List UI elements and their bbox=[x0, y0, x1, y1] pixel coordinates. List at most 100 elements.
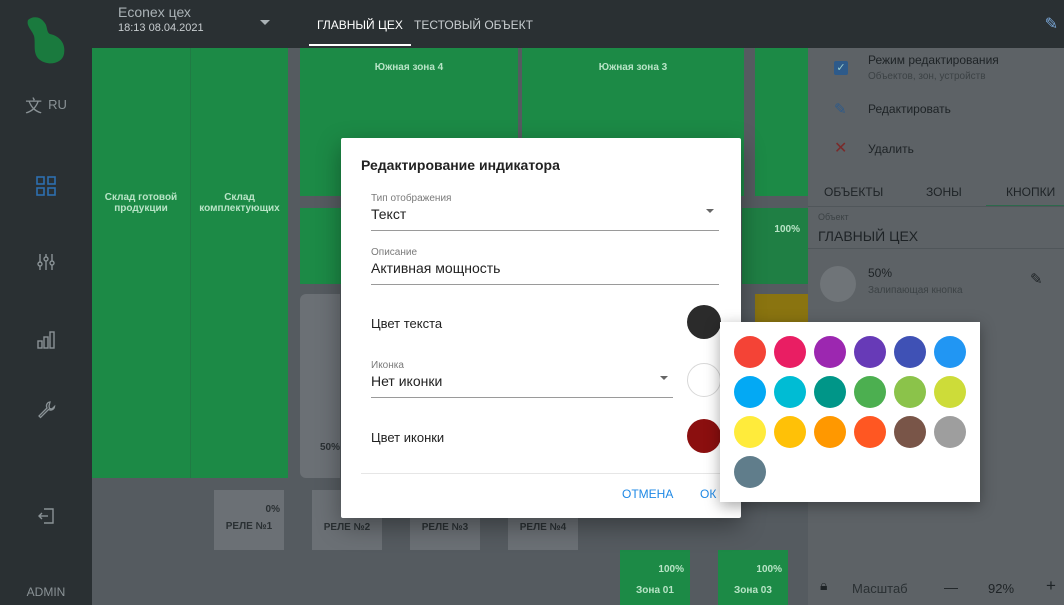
edit-button[interactable]: Редактировать bbox=[868, 102, 951, 116]
zoom-in-button[interactable]: + bbox=[1046, 576, 1056, 596]
color-option[interactable] bbox=[814, 376, 846, 408]
scale-value: 92% bbox=[988, 581, 1015, 596]
translate-icon: 文 bbox=[25, 97, 43, 116]
color-option[interactable] bbox=[934, 336, 966, 368]
zone-01[interactable]: 100% Зона 01 bbox=[620, 550, 690, 605]
icon-preview[interactable] bbox=[687, 363, 721, 397]
color-option[interactable] bbox=[894, 416, 926, 448]
tab-buttons[interactable]: КНОПКИ bbox=[1006, 185, 1055, 199]
relay-1-value: 0% bbox=[265, 504, 280, 515]
warehouse-finished-label: Склад готовой продукции bbox=[104, 192, 178, 214]
divider bbox=[808, 206, 1064, 207]
zone-03-label: Зона 03 bbox=[734, 585, 772, 596]
scale-label: Масштаб bbox=[852, 581, 908, 596]
south-zone-3-label: Южная зона 3 bbox=[598, 62, 668, 73]
warehouse-components-label: Склад комплектующих bbox=[199, 192, 280, 214]
chevron-down-icon[interactable] bbox=[260, 20, 270, 25]
ok-button[interactable]: ОК bbox=[700, 487, 716, 501]
indicator-block[interactable]: 100% bbox=[742, 208, 808, 284]
indicator-value: 100% bbox=[774, 224, 800, 235]
color-option[interactable] bbox=[894, 376, 926, 408]
color-option[interactable] bbox=[854, 376, 886, 408]
color-option[interactable] bbox=[734, 416, 766, 448]
chevron-down-icon bbox=[706, 209, 714, 213]
button-value: 50% bbox=[868, 266, 893, 280]
divider bbox=[808, 248, 1064, 249]
icon-label: Иконка bbox=[371, 360, 404, 371]
color-option[interactable] bbox=[774, 336, 806, 368]
color-option[interactable] bbox=[734, 376, 766, 408]
description-label: Описание bbox=[371, 247, 418, 258]
color-option[interactable] bbox=[774, 416, 806, 448]
tab-zones[interactable]: ЗОНЫ bbox=[926, 185, 962, 199]
color-option[interactable] bbox=[894, 336, 926, 368]
dialog-divider bbox=[361, 473, 721, 474]
language-switch[interactable]: 文 RU bbox=[0, 92, 92, 117]
zone-03[interactable]: 100% Зона 03 bbox=[718, 550, 788, 605]
tab-test-object[interactable]: ТЕСТОВЫЙ ОБЪЕКТ bbox=[414, 18, 533, 32]
zoom-out-button[interactable]: — bbox=[944, 579, 958, 595]
text-color-swatch[interactable] bbox=[687, 305, 721, 339]
button-avatar bbox=[820, 266, 856, 302]
color-option[interactable] bbox=[854, 336, 886, 368]
reports-nav[interactable] bbox=[0, 330, 92, 350]
cancel-button[interactable]: ОТМЕНА bbox=[622, 487, 673, 501]
zone-03-value: 100% bbox=[756, 564, 782, 575]
settings-nav[interactable] bbox=[0, 252, 92, 272]
user-label: ADMIN bbox=[26, 585, 66, 599]
pencil-icon[interactable]: ✎ bbox=[1045, 14, 1058, 34]
zone-block[interactable] bbox=[755, 48, 808, 196]
display-type-value: Текст bbox=[371, 206, 407, 222]
text-color-label: Цвет текста bbox=[371, 316, 443, 331]
icon-color-label: Цвет иконки bbox=[371, 430, 445, 445]
company-name[interactable]: Econex цех bbox=[118, 4, 191, 20]
wrench-icon bbox=[38, 401, 56, 419]
logo-icon bbox=[27, 17, 65, 64]
tab-objects[interactable]: ОБЪЕКТЫ bbox=[824, 185, 883, 199]
button-type: Залипающая кнопка bbox=[868, 285, 963, 296]
color-option[interactable] bbox=[934, 376, 966, 408]
icon-color-swatch[interactable] bbox=[687, 419, 721, 453]
relay-3-label: РЕЛЕ №3 bbox=[421, 522, 469, 533]
logout-button[interactable] bbox=[0, 506, 92, 526]
pencil-icon: ✎ bbox=[834, 101, 847, 118]
color-option[interactable] bbox=[774, 376, 806, 408]
dashboard-nav[interactable] bbox=[0, 176, 92, 196]
round-indicator[interactable]: 50% bbox=[300, 294, 340, 478]
language-label: RU bbox=[48, 97, 67, 112]
color-option[interactable] bbox=[814, 416, 846, 448]
display-type-label: Тип отображения bbox=[371, 193, 452, 204]
description-value: Активная мощность bbox=[371, 260, 501, 276]
pencil-icon[interactable]: ✎ bbox=[1030, 270, 1043, 288]
indicator-50-label: 50% bbox=[320, 442, 341, 453]
color-option[interactable] bbox=[934, 416, 966, 448]
relay-1[interactable]: 0% РЕЛЕ №1 bbox=[214, 490, 284, 550]
chart-icon bbox=[37, 331, 55, 349]
tab-main-workshop[interactable]: ГЛАВНЫЙ ЦЕХ bbox=[309, 18, 411, 46]
object-label: Объект bbox=[818, 212, 849, 222]
relay-1-label: РЕЛЕ №1 bbox=[225, 521, 273, 532]
chevron-down-icon bbox=[660, 376, 668, 380]
tools-nav[interactable] bbox=[0, 400, 92, 420]
topbar: Econex цех 18:13 08.04.2021 ГЛАВНЫЙ ЦЕХ … bbox=[92, 0, 1064, 48]
warehouse-components-zone[interactable]: Склад комплектующих bbox=[190, 48, 288, 478]
object-select[interactable]: ГЛАВНЫЙ ЦЕХ bbox=[818, 228, 918, 244]
edit-mode-checkbox[interactable]: ✓ bbox=[834, 61, 848, 75]
warehouse-finished-zone[interactable]: Склад готовой продукции bbox=[92, 48, 190, 478]
zone-01-label: Зона 01 bbox=[636, 585, 674, 596]
icon-select[interactable]: Иконка Нет иконки bbox=[371, 360, 673, 398]
lock-icon[interactable]: 🔒︎ bbox=[820, 577, 827, 594]
color-option[interactable] bbox=[734, 336, 766, 368]
edit-mode-title: Режим редактирования bbox=[868, 53, 999, 67]
display-type-select[interactable]: Тип отображения Текст bbox=[371, 193, 719, 231]
description-field[interactable]: Описание Активная мощность bbox=[371, 247, 719, 285]
sliders-icon bbox=[37, 254, 55, 270]
color-option[interactable] bbox=[814, 336, 846, 368]
color-option[interactable] bbox=[734, 456, 766, 488]
company-datetime: 18:13 08.04.2021 bbox=[118, 22, 204, 34]
edit-indicator-dialog: Редактирование индикатора Тип отображени… bbox=[341, 138, 741, 518]
color-option[interactable] bbox=[854, 416, 886, 448]
dialog-title: Редактирование индикатора bbox=[361, 157, 560, 173]
delete-button[interactable]: Удалить bbox=[868, 142, 914, 156]
close-icon: ✕ bbox=[834, 140, 848, 157]
